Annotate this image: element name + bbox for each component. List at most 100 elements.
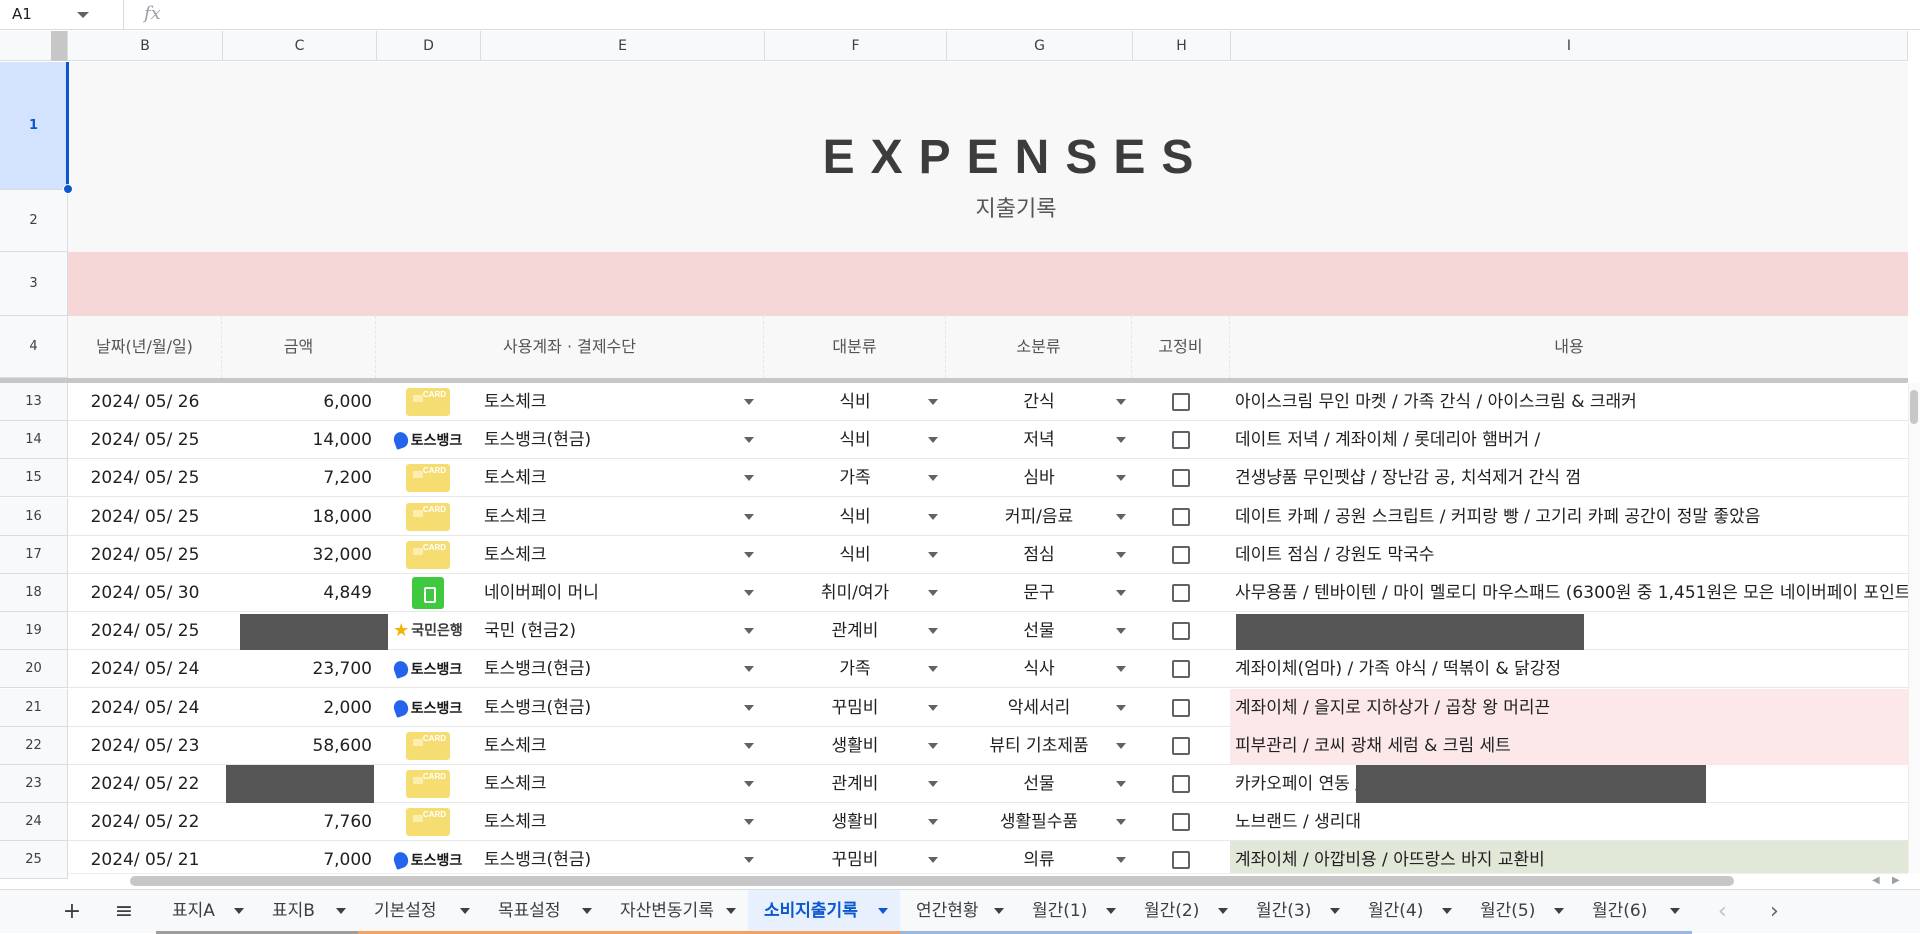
subcategory-select[interactable]: 간식 (946, 383, 1132, 421)
amount-cell[interactable]: 7,760 (222, 803, 376, 841)
date-cell[interactable]: 2024/ 05/ 24 (68, 689, 222, 727)
row-header-22[interactable]: 22 (0, 727, 68, 765)
subcategory-dropdown-icon[interactable] (1116, 514, 1126, 520)
category-dropdown-icon[interactable] (928, 437, 938, 443)
subcategory-dropdown-icon[interactable] (1116, 781, 1126, 787)
category-dropdown-icon[interactable] (928, 743, 938, 749)
date-cell[interactable]: 2024/ 05/ 25 (68, 536, 222, 574)
account-dropdown-icon[interactable] (744, 514, 754, 520)
fixed-cost-checkbox[interactable] (1172, 737, 1190, 755)
account-dropdown-icon[interactable] (744, 628, 754, 634)
subcategory-dropdown-icon[interactable] (1116, 857, 1126, 863)
fixed-cost-cell[interactable] (1132, 536, 1230, 574)
date-cell[interactable]: 2024/ 05/ 25 (68, 612, 222, 650)
row-header-23[interactable]: 23 (0, 765, 68, 803)
amount-cell[interactable]: 6,000 (222, 383, 376, 421)
description-cell[interactable]: 견생냥품 무인펫샵 / 장난감 공, 치석제거 간식 껌 (1230, 459, 1908, 497)
subcategory-select[interactable]: 문구 (946, 574, 1132, 612)
select-all-corner[interactable] (0, 31, 68, 61)
subcategory-select[interactable]: 저녁 (946, 421, 1132, 459)
description-cell[interactable]: 데이트 카페 / 공원 스크립트 / 커피랑 빵 / 고기리 카페 공간이 정말… (1230, 498, 1908, 536)
subcategory-dropdown-icon[interactable] (1116, 705, 1126, 711)
payment-icon-cell[interactable]: CARD (376, 536, 480, 574)
account-select[interactable]: 토스체크 (480, 727, 764, 765)
amount-cell[interactable]: 2,000 (222, 689, 376, 727)
chevron-down-icon[interactable] (460, 908, 470, 914)
date-cell[interactable]: 2024/ 05/ 30 (68, 574, 222, 612)
account-dropdown-icon[interactable] (744, 743, 754, 749)
account-dropdown-icon[interactable] (744, 781, 754, 787)
tab-13[interactable]: 월간(6) (1576, 890, 1692, 934)
chevron-down-icon[interactable] (878, 908, 888, 914)
chevron-down-icon[interactable] (234, 908, 244, 914)
account-dropdown-icon[interactable] (744, 437, 754, 443)
payment-icon-cell[interactable]: CARD (376, 727, 480, 765)
payment-icon-cell[interactable] (376, 574, 480, 612)
date-cell[interactable]: 2024/ 05/ 24 (68, 650, 222, 688)
account-select[interactable]: 토스뱅크(현금) (480, 650, 764, 688)
account-dropdown-icon[interactable] (744, 705, 754, 711)
scroll-right-icon[interactable]: ▶ (1892, 875, 1900, 886)
date-cell[interactable]: 2024/ 05/ 25 (68, 421, 222, 459)
account-select[interactable]: 토스체크 (480, 498, 764, 536)
fixed-cost-cell[interactable] (1132, 765, 1230, 803)
fixed-cost-cell[interactable] (1132, 459, 1230, 497)
account-select[interactable]: 토스뱅크(현금) (480, 689, 764, 727)
description-cell[interactable]: 노브랜드 / 생리대 (1230, 803, 1908, 841)
category-select[interactable]: 식비 (764, 498, 946, 536)
subcategory-select[interactable]: 점심 (946, 536, 1132, 574)
row-header-24[interactable]: 24 (0, 803, 68, 841)
description-cell[interactable]: 데이트 점심 / 강원도 막국수 (1230, 536, 1908, 574)
column-header-i[interactable]: I (1231, 31, 1908, 61)
column-header-g[interactable]: G (947, 31, 1133, 61)
name-box[interactable]: A1 (0, 0, 124, 29)
tab-11[interactable]: 월간(4) (1352, 890, 1464, 934)
freeze-handle[interactable] (51, 31, 67, 61)
fixed-cost-cell[interactable] (1132, 727, 1230, 765)
fixed-cost-cell[interactable] (1132, 689, 1230, 727)
category-dropdown-icon[interactable] (928, 781, 938, 787)
category-dropdown-icon[interactable] (928, 666, 938, 672)
fixed-cost-checkbox[interactable] (1172, 431, 1190, 449)
row-header-21[interactable]: 21 (0, 689, 68, 727)
column-header-f[interactable]: F (765, 31, 947, 61)
amount-cell[interactable]: 23,700 (222, 650, 376, 688)
account-dropdown-icon[interactable] (744, 590, 754, 596)
date-cell[interactable]: 2024/ 05/ 25 (68, 498, 222, 536)
tab-1[interactable]: 표지A (156, 890, 256, 934)
fixed-cost-cell[interactable] (1132, 574, 1230, 612)
subcategory-dropdown-icon[interactable] (1116, 628, 1126, 634)
column-header-c[interactable]: C (223, 31, 377, 61)
tab-4[interactable]: 목표설정 (482, 890, 604, 934)
account-dropdown-icon[interactable] (744, 475, 754, 481)
payment-icon-cell[interactable]: CARD (376, 498, 480, 536)
subcategory-dropdown-icon[interactable] (1116, 743, 1126, 749)
fixed-cost-cell[interactable] (1132, 383, 1230, 421)
chevron-down-icon[interactable] (1442, 908, 1452, 914)
amount-cell[interactable]: 14,000 (222, 421, 376, 459)
fill-handle[interactable] (63, 184, 73, 194)
subcategory-dropdown-icon[interactable] (1116, 819, 1126, 825)
chevron-down-icon[interactable] (1106, 908, 1116, 914)
tab-10[interactable]: 월간(3) (1240, 890, 1352, 934)
row-header-17[interactable]: 17 (0, 536, 68, 574)
row-header-4[interactable]: 4 (0, 316, 68, 378)
column-header-h[interactable]: H (1133, 31, 1231, 61)
fixed-cost-cell[interactable] (1132, 421, 1230, 459)
category-select[interactable]: 생활비 (764, 727, 946, 765)
tab-8[interactable]: 월간(1) (1016, 890, 1128, 934)
date-cell[interactable]: 2024/ 05/ 22 (68, 803, 222, 841)
chevron-down-icon[interactable] (582, 908, 592, 914)
subcategory-select[interactable]: 악세서리 (946, 689, 1132, 727)
account-dropdown-icon[interactable] (744, 399, 754, 405)
fixed-cost-checkbox[interactable] (1172, 508, 1190, 526)
description-cell[interactable]: 계좌이체 / 을지로 지하상가 / 곱창 왕 머리끈 (1230, 689, 1908, 727)
payment-icon-cell[interactable]: CARD (376, 459, 480, 497)
payment-icon-cell[interactable]: 토스뱅크 (376, 650, 480, 688)
fixed-cost-checkbox[interactable] (1172, 622, 1190, 640)
fixed-cost-cell[interactable] (1132, 650, 1230, 688)
fixed-cost-checkbox[interactable] (1172, 393, 1190, 411)
category-select[interactable]: 식비 (764, 536, 946, 574)
row-header-14[interactable]: 14 (0, 421, 68, 459)
category-dropdown-icon[interactable] (928, 628, 938, 634)
